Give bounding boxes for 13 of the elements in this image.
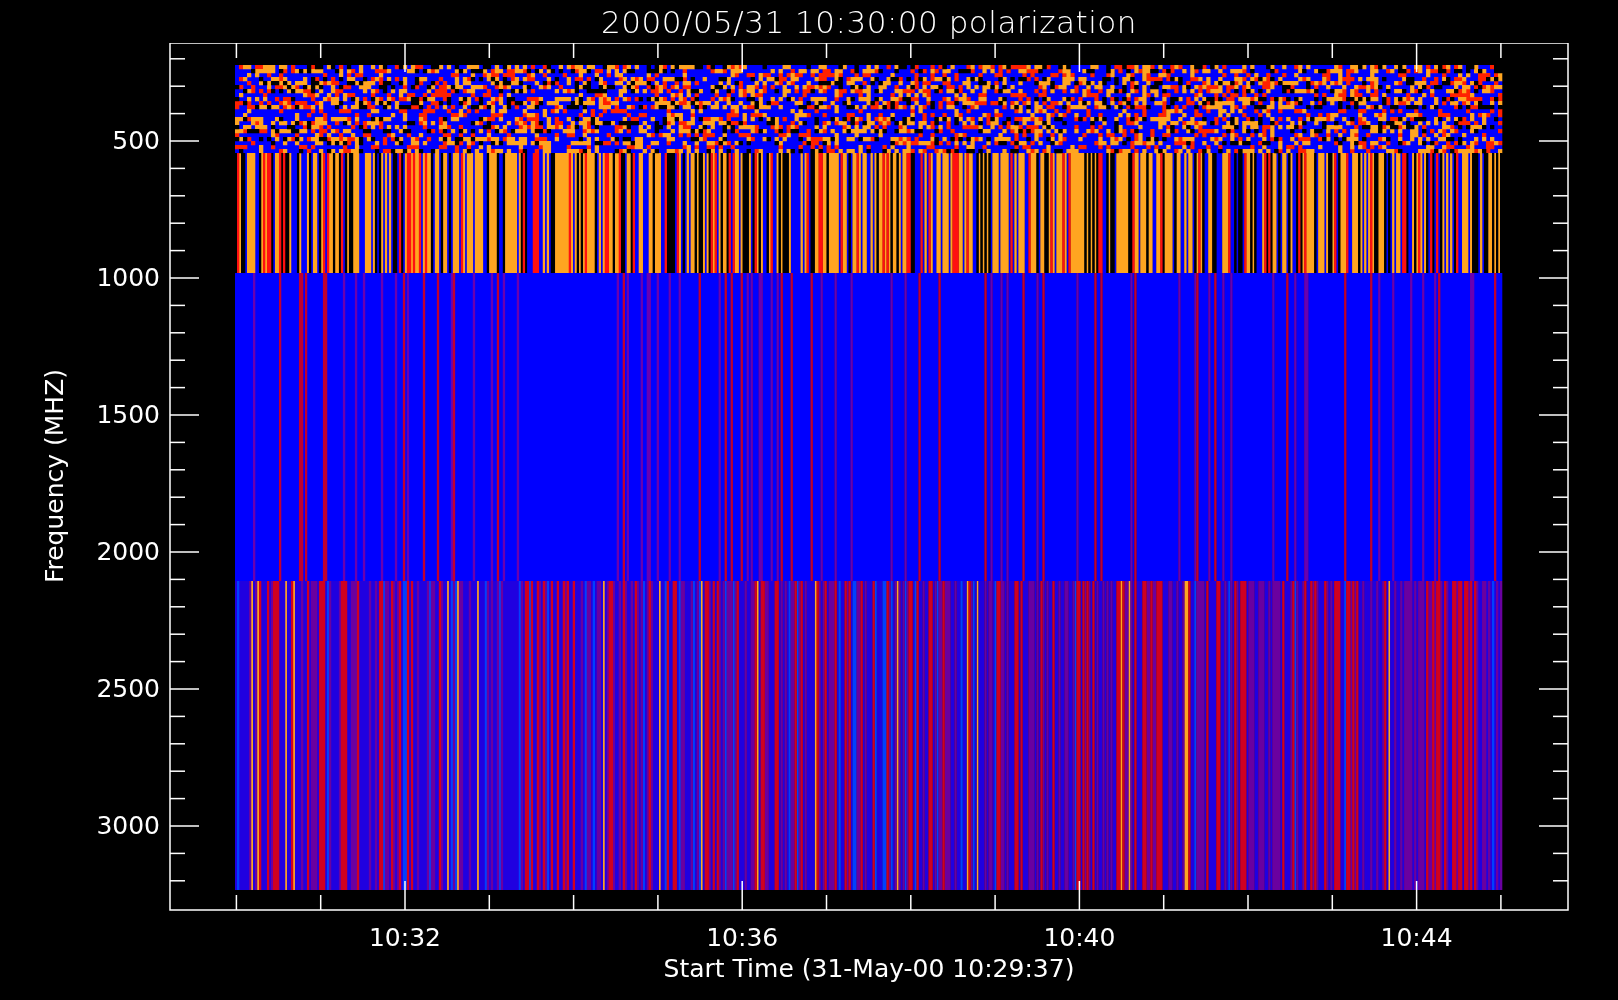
tick-label: 1500: [96, 400, 160, 429]
tick-label: 500: [112, 126, 160, 155]
chart-title: 2000/05/31 10:30:00 polarization: [601, 3, 1137, 40]
tick-label: 2500: [96, 674, 160, 703]
tick-label: 10:44: [1380, 923, 1453, 952]
tick-label: 10:36: [706, 923, 779, 952]
tick-label: 3000: [96, 811, 160, 840]
tick-label: 10:32: [369, 923, 441, 952]
y-axis-label: Frequency (MHZ): [40, 368, 69, 584]
tick-label: 10:40: [1043, 923, 1116, 952]
tick-label: 2000: [96, 537, 160, 566]
x-axis-label: Start Time (31-May-00 10:29:37): [663, 954, 1075, 983]
tick-label: 1000: [96, 263, 160, 292]
